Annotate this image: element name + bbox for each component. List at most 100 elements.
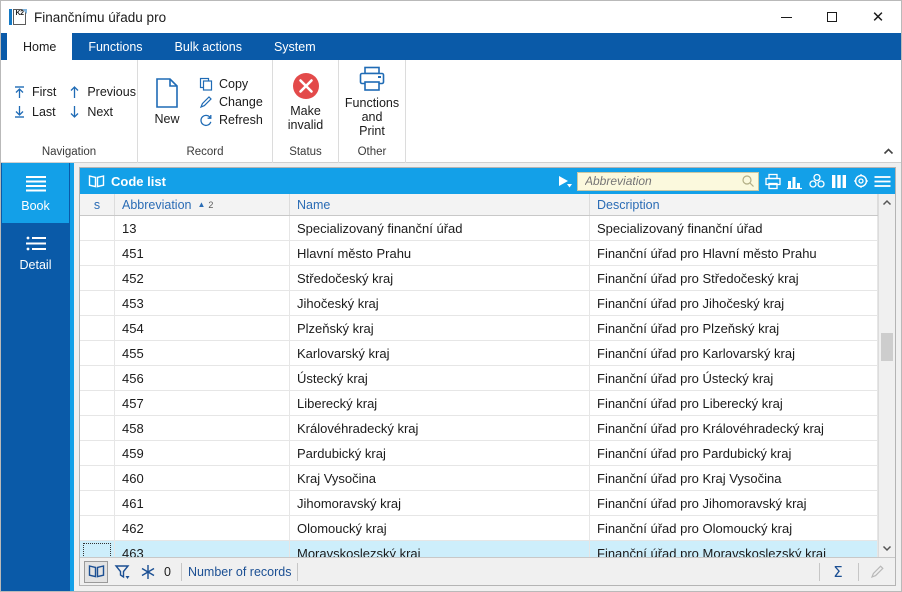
print-icon[interactable] [763, 172, 782, 191]
content-area: Code list [74, 163, 901, 591]
column-header-abbreviation[interactable]: Abbreviation ▲ 2 [115, 194, 290, 215]
table-cell-s [80, 266, 115, 290]
snowflake-button[interactable] [136, 561, 160, 583]
table-cell-s [80, 541, 115, 557]
next-button[interactable]: Next [62, 104, 140, 120]
tab-system[interactable]: System [258, 33, 332, 60]
change-button[interactable]: Change [194, 94, 267, 110]
table-cell-name: Liberecký kraj [290, 391, 590, 415]
book-view-button[interactable] [84, 561, 108, 583]
table-cell-abbreviation: 455 [115, 341, 290, 365]
tab-home[interactable]: Home [7, 33, 72, 60]
table-row[interactable]: 451Hlavní město PrahuFinanční úřad pro H… [80, 241, 878, 266]
table-cell-name: Hlavní město Prahu [290, 241, 590, 265]
tab-bulk-actions[interactable]: Bulk actions [159, 33, 258, 60]
grid-rows: 13Specializovaný finanční úřadSpecializo… [80, 216, 878, 557]
printer-icon [357, 65, 387, 93]
hamburger-menu-icon[interactable] [873, 172, 892, 191]
sort-ascending-icon: ▲ [198, 200, 206, 209]
column-header-abbreviation-label: Abbreviation [122, 198, 192, 212]
scrollbar-thumb[interactable] [881, 333, 893, 361]
search-input[interactable] [583, 173, 741, 189]
table-row[interactable]: 459Pardubický krajFinanční úřad pro Pard… [80, 441, 878, 466]
table-row[interactable]: 452Středočeský krajFinanční úřad pro Stř… [80, 266, 878, 291]
make-invalid-label-line2: invalid [288, 118, 323, 132]
table-row[interactable]: 457Liberecký krajFinanční úřad pro Liber… [80, 391, 878, 416]
table-row[interactable]: 460Kraj VysočinaFinanční úřad pro Kraj V… [80, 466, 878, 491]
panel-play-button[interactable] [553, 174, 577, 188]
table-cell-description: Finanční úřad pro Jihomoravský kraj [590, 491, 878, 515]
column-header-s[interactable]: s [80, 194, 115, 215]
left-sidebar: Book Detail [1, 163, 70, 591]
last-label: Last [32, 105, 56, 119]
panel-title: Code list [111, 174, 166, 189]
search-box[interactable] [577, 172, 759, 191]
group-cluster-icon[interactable] [807, 172, 826, 191]
column-header-description[interactable]: Description [590, 194, 878, 215]
arrow-up-icon [66, 85, 82, 99]
play-dropdown-icon [557, 174, 573, 188]
maximize-button[interactable] [809, 1, 855, 33]
table-cell-description: Finanční úřad pro Kraj Vysočina [590, 466, 878, 490]
table-cell-name: Jihomoravský kraj [290, 491, 590, 515]
table-cell-s [80, 466, 115, 490]
scroll-up-button[interactable] [879, 194, 895, 211]
tab-functions[interactable]: Functions [72, 33, 158, 60]
table-row[interactable]: 13Specializovaný finanční úřadSpecializo… [80, 216, 878, 241]
refresh-button[interactable]: Refresh [194, 112, 267, 128]
refresh-label: Refresh [219, 113, 263, 127]
sum-button[interactable]: Σ [826, 561, 850, 583]
gear-icon[interactable] [851, 172, 870, 191]
table-cell-abbreviation: 461 [115, 491, 290, 515]
table-row[interactable]: 462Olomoucký krajFinanční úřad pro Olomo… [80, 516, 878, 541]
first-button[interactable]: First [7, 84, 60, 100]
close-button[interactable]: ✕ [855, 1, 901, 33]
red-x-circle-icon [291, 71, 321, 101]
panel-toolbar-icons [763, 172, 892, 191]
copy-label: Copy [219, 77, 248, 91]
scroll-down-button[interactable] [879, 540, 895, 557]
functions-and-print-button[interactable]: Functions and Print [345, 63, 399, 140]
previous-button[interactable]: Previous [62, 84, 140, 100]
table-row[interactable]: 458Královéhradecký krajFinanční úřad pro… [80, 416, 878, 441]
application-window: K2 Finančnímu úřadu pro ✕ Home Functions… [0, 0, 902, 592]
new-button[interactable]: New [144, 75, 190, 128]
table-cell-description: Finanční úřad pro Plzeňský kraj [590, 316, 878, 340]
window-title: Finančnímu úřadu pro [34, 10, 166, 25]
table-row[interactable]: 455Karlovarský krajFinanční úřad pro Kar… [80, 341, 878, 366]
sidebar-item-book-label: Book [21, 199, 50, 213]
minimize-button[interactable] [763, 1, 809, 33]
number-of-records-label[interactable]: Number of records [188, 565, 292, 579]
table-cell-s [80, 391, 115, 415]
columns-icon[interactable] [829, 172, 848, 191]
table-row[interactable]: 456Ústecký krajFinanční úřad pro Ústecký… [80, 366, 878, 391]
table-row[interactable]: 463Moravskoslezský krajFinanční úřad pro… [80, 541, 878, 557]
copy-button[interactable]: Copy [194, 76, 267, 92]
nav-column-1: First Last [7, 84, 60, 120]
table-cell-s [80, 241, 115, 265]
sidebar-item-detail[interactable]: Detail [2, 223, 69, 283]
vertical-scrollbar[interactable] [878, 194, 895, 557]
bar-chart-icon[interactable] [785, 172, 804, 191]
table-cell-abbreviation: 453 [115, 291, 290, 315]
group-label-record: Record [138, 143, 272, 163]
make-invalid-label-line1: Make [290, 104, 321, 118]
table-cell-description: Finanční úřad pro Ústecký kraj [590, 366, 878, 390]
close-icon: ✕ [872, 10, 885, 25]
sidebar-item-book[interactable]: Book [2, 163, 69, 223]
ribbon-collapse-button[interactable] [879, 142, 897, 160]
open-book-icon [88, 174, 105, 189]
column-header-name[interactable]: Name [290, 194, 590, 215]
table-row[interactable]: 454Plzeňský krajFinanční úřad pro Plzeňs… [80, 316, 878, 341]
make-invalid-button[interactable]: Make invalid [280, 69, 331, 134]
table-row[interactable]: 453Jihočeský krajFinanční úřad pro Jihoč… [80, 291, 878, 316]
scrollbar-track[interactable] [879, 211, 895, 540]
table-cell-abbreviation: 457 [115, 391, 290, 415]
table-cell-abbreviation: 13 [115, 216, 290, 240]
last-button[interactable]: Last [7, 104, 60, 120]
table-row[interactable]: 461Jihomoravský krajFinanční úřad pro Ji… [80, 491, 878, 516]
table-cell-abbreviation: 456 [115, 366, 290, 390]
ribbon-body: First Last Previous [1, 60, 901, 163]
table-cell-name: Plzeňský kraj [290, 316, 590, 340]
filter-button[interactable] [110, 561, 134, 583]
